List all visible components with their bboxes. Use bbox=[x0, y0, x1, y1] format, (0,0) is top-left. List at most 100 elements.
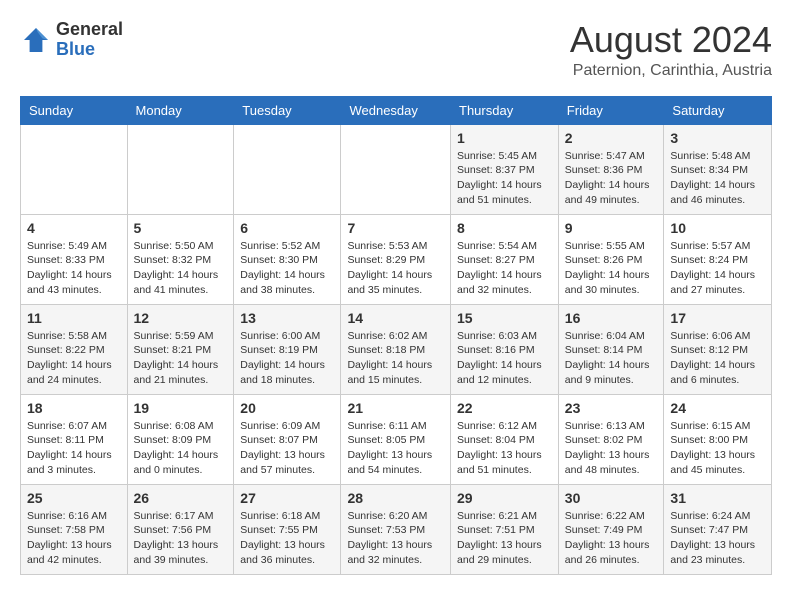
day-info: Sunrise: 6:07 AMSunset: 8:11 PMDaylight:… bbox=[27, 419, 121, 478]
location: Paternion, Carinthia, Austria bbox=[570, 62, 772, 80]
day-number: 14 bbox=[347, 310, 444, 326]
calendar-cell: 28Sunrise: 6:20 AMSunset: 7:53 PMDayligh… bbox=[341, 484, 451, 574]
calendar-cell: 3Sunrise: 5:48 AMSunset: 8:34 PMDaylight… bbox=[664, 124, 772, 214]
day-number: 10 bbox=[670, 220, 765, 236]
calendar-week-row: 11 Sunrise: 5:58 AMSunset: 8:22 PMDayligh… bbox=[21, 304, 772, 394]
day-info: Sunrise: 5:48 AMSunset: 8:34 PMDaylight:… bbox=[670, 149, 765, 208]
calendar-cell: 6 Sunrise: 5:52 AMSunset: 8:30 PMDaylight… bbox=[234, 214, 341, 304]
weekday-header-sunday: Sunday bbox=[21, 96, 128, 124]
weekday-header-monday: Monday bbox=[127, 96, 234, 124]
calendar-cell: 15 Sunrise: 6:03 AMSunset: 8:16 PMDayligh… bbox=[451, 304, 559, 394]
month-year: August 2024 bbox=[570, 20, 772, 60]
day-number: 21 bbox=[347, 400, 444, 416]
day-number: 19 bbox=[134, 400, 228, 416]
weekday-header-saturday: Saturday bbox=[664, 96, 772, 124]
day-info: Sunrise: 6:12 AMSunset: 8:04 PMDaylight:… bbox=[457, 419, 552, 478]
weekday-header-tuesday: Tuesday bbox=[234, 96, 341, 124]
day-number: 26 bbox=[134, 490, 228, 506]
calendar-cell: 26 Sunrise: 6:17 AMSunset: 7:56 PMDayligh… bbox=[127, 484, 234, 574]
weekday-header-thursday: Thursday bbox=[451, 96, 559, 124]
calendar-cell bbox=[234, 124, 341, 214]
day-number: 17 bbox=[670, 310, 765, 326]
day-info: Sunrise: 6:09 AMSunset: 8:07 PMDaylight:… bbox=[240, 419, 334, 478]
calendar-cell: 13 Sunrise: 6:00 AMSunset: 8:19 PMDayligh… bbox=[234, 304, 341, 394]
day-info: Sunrise: 5:49 AMSunset: 8:33 PMDaylight:… bbox=[27, 239, 121, 298]
day-number: 1 bbox=[457, 130, 552, 146]
day-number: 22 bbox=[457, 400, 552, 416]
calendar-cell: 22 Sunrise: 6:12 AMSunset: 8:04 PMDayligh… bbox=[451, 394, 559, 484]
day-info: Sunrise: 6:18 AMSunset: 7:55 PMDaylight:… bbox=[240, 509, 334, 568]
day-info: Sunrise: 6:17 AMSunset: 7:56 PMDaylight:… bbox=[134, 509, 228, 568]
day-info: Sunrise: 6:11 AMSunset: 8:05 PMDaylight:… bbox=[347, 419, 444, 478]
page-header: General Blue August 2024 Paternion, Cari… bbox=[20, 20, 772, 80]
day-number: 15 bbox=[457, 310, 552, 326]
day-info: Sunrise: 5:52 AMSunset: 8:30 PMDaylight:… bbox=[240, 239, 334, 298]
day-number: 5 bbox=[134, 220, 228, 236]
day-number: 12 bbox=[134, 310, 228, 326]
day-info: Sunrise: 5:59 AMSunset: 8:21 PMDaylight:… bbox=[134, 329, 228, 388]
calendar-cell: 4Sunrise: 5:49 AMSunset: 8:33 PMDaylight… bbox=[21, 214, 128, 304]
day-info: Sunrise: 6:24 AMSunset: 7:47 PMDaylight:… bbox=[670, 509, 765, 568]
calendar-cell: 19 Sunrise: 6:08 AMSunset: 8:09 PMDayligh… bbox=[127, 394, 234, 484]
day-info: Sunrise: 5:45 AMSunset: 8:37 PMDaylight:… bbox=[457, 149, 552, 208]
day-number: 13 bbox=[240, 310, 334, 326]
day-info: Sunrise: 5:55 AMSunset: 8:26 PMDaylight:… bbox=[565, 239, 658, 298]
day-info: Sunrise: 6:04 AMSunset: 8:14 PMDaylight:… bbox=[565, 329, 658, 388]
day-number: 7 bbox=[347, 220, 444, 236]
calendar-week-row: 18 Sunrise: 6:07 AMSunset: 8:11 PMDayligh… bbox=[21, 394, 772, 484]
calendar-cell: 25 Sunrise: 6:16 AMSunset: 7:58 PMDayligh… bbox=[21, 484, 128, 574]
calendar-cell: 9 Sunrise: 5:55 AMSunset: 8:26 PMDaylight… bbox=[558, 214, 664, 304]
weekday-header-wednesday: Wednesday bbox=[341, 96, 451, 124]
calendar-cell: 2Sunrise: 5:47 AMSunset: 8:36 PMDaylight… bbox=[558, 124, 664, 214]
day-info: Sunrise: 6:00 AMSunset: 8:19 PMDaylight:… bbox=[240, 329, 334, 388]
day-info: Sunrise: 6:16 AMSunset: 7:58 PMDaylight:… bbox=[27, 509, 121, 568]
day-number: 27 bbox=[240, 490, 334, 506]
calendar-cell: 8 Sunrise: 5:54 AMSunset: 8:27 PMDaylight… bbox=[451, 214, 559, 304]
day-number: 24 bbox=[670, 400, 765, 416]
calendar-cell: 14 Sunrise: 6:02 AMSunset: 8:18 PMDayligh… bbox=[341, 304, 451, 394]
day-number: 18 bbox=[27, 400, 121, 416]
day-number: 6 bbox=[240, 220, 334, 236]
calendar-cell: 16 Sunrise: 6:04 AMSunset: 8:14 PMDayligh… bbox=[558, 304, 664, 394]
calendar-cell: 31Sunrise: 6:24 AMSunset: 7:47 PMDayligh… bbox=[664, 484, 772, 574]
day-number: 25 bbox=[27, 490, 121, 506]
day-info: Sunrise: 5:58 AMSunset: 8:22 PMDaylight:… bbox=[27, 329, 121, 388]
calendar-cell: 23Sunrise: 6:13 AMSunset: 8:02 PMDayligh… bbox=[558, 394, 664, 484]
calendar-week-row: 4Sunrise: 5:49 AMSunset: 8:33 PMDaylight… bbox=[21, 214, 772, 304]
day-number: 11 bbox=[27, 310, 121, 326]
weekday-header-row: SundayMondayTuesdayWednesdayThursdayFrid… bbox=[21, 96, 772, 124]
day-info: Sunrise: 5:50 AMSunset: 8:32 PMDaylight:… bbox=[134, 239, 228, 298]
day-number: 16 bbox=[565, 310, 658, 326]
day-number: 30 bbox=[565, 490, 658, 506]
calendar-cell bbox=[21, 124, 128, 214]
day-info: Sunrise: 6:08 AMSunset: 8:09 PMDaylight:… bbox=[134, 419, 228, 478]
day-info: Sunrise: 5:54 AMSunset: 8:27 PMDaylight:… bbox=[457, 239, 552, 298]
day-info: Sunrise: 6:03 AMSunset: 8:16 PMDaylight:… bbox=[457, 329, 552, 388]
calendar-cell: 17 Sunrise: 6:06 AMSunset: 8:12 PMDayligh… bbox=[664, 304, 772, 394]
day-info: Sunrise: 6:22 AMSunset: 7:49 PMDaylight:… bbox=[565, 509, 658, 568]
calendar-week-row: 1 Sunrise: 5:45 AMSunset: 8:37 PMDaylight… bbox=[21, 124, 772, 214]
calendar-cell: 18 Sunrise: 6:07 AMSunset: 8:11 PMDayligh… bbox=[21, 394, 128, 484]
day-info: Sunrise: 6:13 AMSunset: 8:02 PMDaylight:… bbox=[565, 419, 658, 478]
logo-text: General Blue bbox=[56, 20, 123, 60]
calendar-cell: 21 Sunrise: 6:11 AMSunset: 8:05 PMDayligh… bbox=[341, 394, 451, 484]
day-info: Sunrise: 6:02 AMSunset: 8:18 PMDaylight:… bbox=[347, 329, 444, 388]
calendar-cell: 12 Sunrise: 5:59 AMSunset: 8:21 PMDayligh… bbox=[127, 304, 234, 394]
calendar-cell: 11 Sunrise: 5:58 AMSunset: 8:22 PMDayligh… bbox=[21, 304, 128, 394]
day-number: 2 bbox=[565, 130, 658, 146]
calendar-cell bbox=[341, 124, 451, 214]
calendar-table: SundayMondayTuesdayWednesdayThursdayFrid… bbox=[20, 96, 772, 575]
calendar-cell: 10Sunrise: 5:57 AMSunset: 8:24 PMDayligh… bbox=[664, 214, 772, 304]
day-number: 9 bbox=[565, 220, 658, 236]
calendar-cell: 1 Sunrise: 5:45 AMSunset: 8:37 PMDaylight… bbox=[451, 124, 559, 214]
calendar-cell: 27 Sunrise: 6:18 AMSunset: 7:55 PMDayligh… bbox=[234, 484, 341, 574]
calendar-cell: 24Sunrise: 6:15 AMSunset: 8:00 PMDayligh… bbox=[664, 394, 772, 484]
day-info: Sunrise: 5:53 AMSunset: 8:29 PMDaylight:… bbox=[347, 239, 444, 298]
day-info: Sunrise: 6:06 AMSunset: 8:12 PMDaylight:… bbox=[670, 329, 765, 388]
day-number: 28 bbox=[347, 490, 444, 506]
day-number: 8 bbox=[457, 220, 552, 236]
calendar-cell bbox=[127, 124, 234, 214]
day-number: 20 bbox=[240, 400, 334, 416]
logo-icon bbox=[20, 24, 52, 56]
calendar-cell: 29Sunrise: 6:21 AMSunset: 7:51 PMDayligh… bbox=[451, 484, 559, 574]
